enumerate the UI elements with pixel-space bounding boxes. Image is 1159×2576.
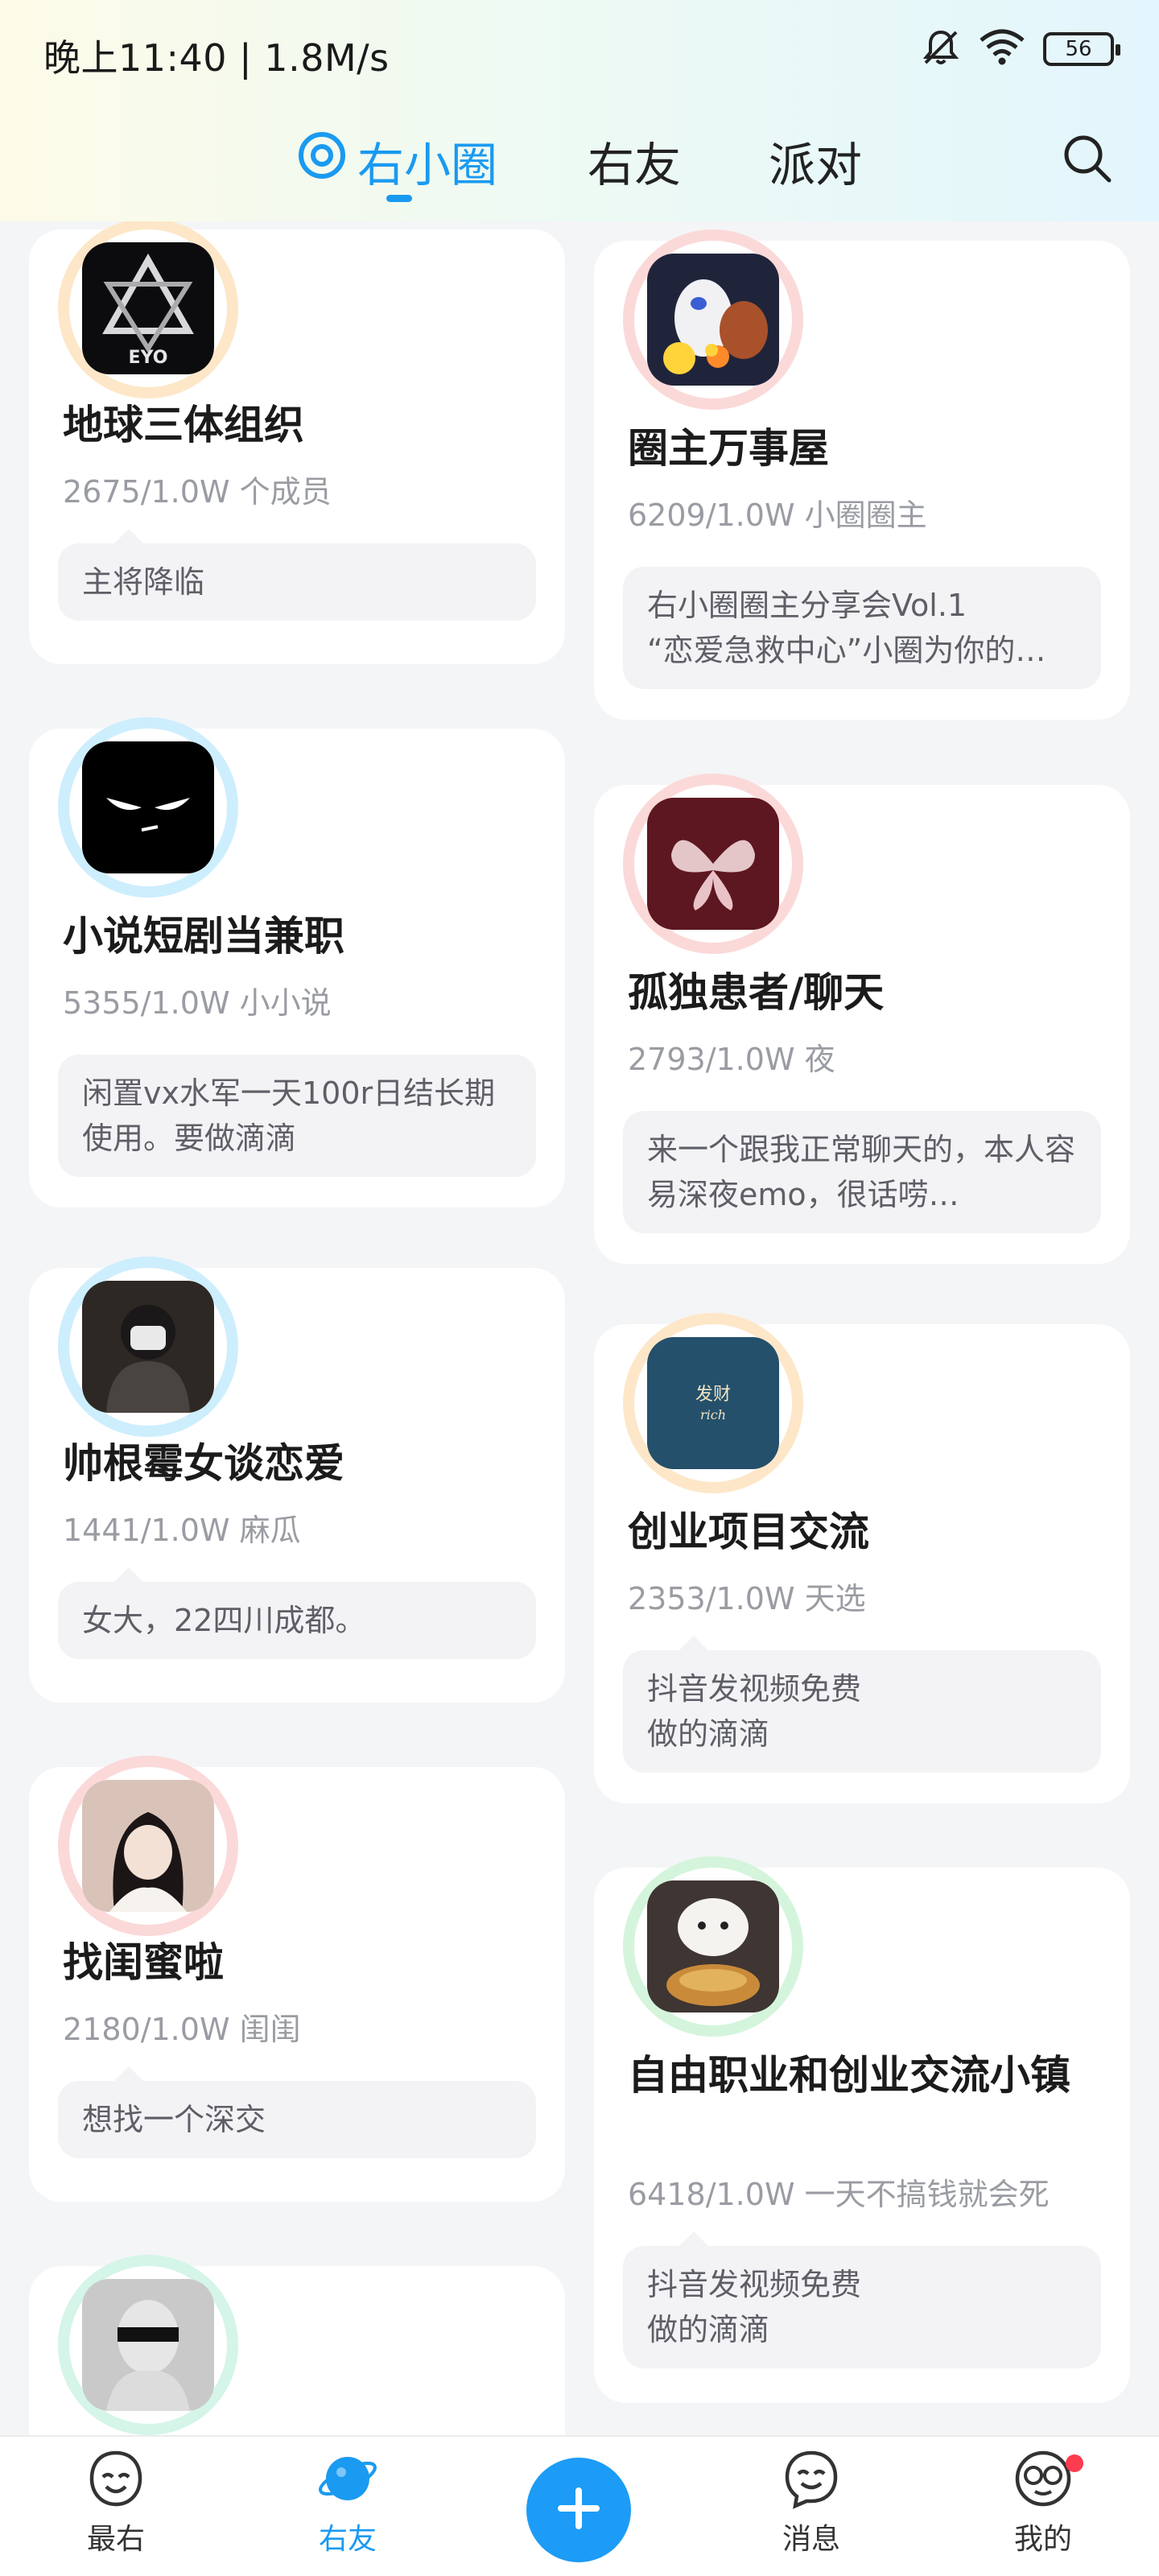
nav-profile[interactable]: 我的 — [979, 2448, 1107, 2557]
avatar-ring — [58, 1756, 238, 1936]
circle-meta: 6418/1.0W 一天不搞钱就会死 — [628, 2177, 1050, 2212]
avatar-ring — [58, 2255, 238, 2435]
circle-at-icon — [296, 130, 348, 192]
circle-latest-post: 右小圈圈主分享会Vol.1 “恋爱急救中心”小圈为你的… — [623, 567, 1101, 689]
svg-text:rich: rich — [700, 1407, 726, 1422]
circle-title: 自由职业和创业交流小镇 — [628, 2052, 1070, 2099]
circle-meta: 1441/1.0W 麻瓜 — [63, 1513, 301, 1548]
circle-card[interactable]: 发财 rich 创业项目交流 2353/1.0W 天选 抖音发视频免费 做的滴滴 — [594, 1313, 1130, 1803]
status-time: 晚上11:40 | 1.8M/s — [43, 36, 390, 80]
svg-text:发财: 发财 — [695, 1385, 731, 1405]
nav-label: 我的 — [1013, 2523, 1072, 2556]
avatar — [82, 2279, 214, 2411]
tab-youxiaoquan[interactable]: 右小圈 — [296, 127, 497, 195]
notification-badge — [1066, 2454, 1083, 2472]
circle-meta: 5355/1.0W 小小说 — [63, 985, 332, 1021]
zuiyou-face-icon — [85, 2450, 146, 2512]
circle-feed[interactable]: EYO 地球三体组织 2675/1.0W 个成员 主将降临 圈主万事屋 6209… — [0, 221, 1159, 2435]
plus-icon — [553, 2483, 604, 2537]
tab-label: 右小圈 — [357, 138, 498, 192]
avatar-ring — [623, 774, 803, 954]
circle-card[interactable]: 圈主万事屋 6209/1.0W 小圈圈主 右小圈圈主分享会Vol.1 “恋爱急救… — [594, 229, 1130, 720]
bell-off-icon — [921, 27, 961, 71]
avatar — [647, 798, 779, 930]
circle-meta: 2353/1.0W 天选 — [628, 1581, 866, 1616]
search-icon — [1059, 135, 1116, 190]
circle-latest-post: 抖音发视频免费 做的滴滴 — [623, 2231, 1101, 2368]
tab-label: 派对 — [769, 138, 863, 192]
active-tab-indicator — [386, 195, 412, 202]
avatar — [82, 741, 214, 873]
top-tabs: 右小圈 右友 派对 — [0, 121, 1159, 209]
avatar-ring — [623, 229, 803, 410]
avatar — [82, 1780, 214, 1912]
top-header: 晚上11:40 | 1.8M/s 56 右小圈 右友 派对 — [0, 0, 1159, 221]
app-screen: 晚上11:40 | 1.8M/s 56 右小圈 右友 派对 EYO 地球三体组织… — [0, 0, 1159, 2576]
create-button[interactable] — [526, 2458, 631, 2562]
avatar-ring: 发财 rich — [623, 1313, 803, 1493]
circle-card[interactable]: 自由职业和创业交流小镇 6418/1.0W 一天不搞钱就会死 抖音发视频免费 做… — [594, 1856, 1130, 2403]
nav-zuiyou[interactable]: 最右 — [52, 2448, 180, 2557]
avatar — [647, 254, 779, 386]
battery-icon: 56 — [1043, 32, 1120, 66]
circle-title: 帅根霉女谈恋爱 — [63, 1440, 344, 1487]
profile-glasses-icon — [1013, 2450, 1074, 2512]
circle-card[interactable]: 找闺蜜啦 2180/1.0W 闺闺 想找一个深交 — [29, 1756, 565, 2202]
avatar-ring — [623, 1856, 803, 2037]
avatar-ring — [58, 717, 238, 898]
circle-title: 小说短剧当兼职 — [63, 913, 344, 960]
nav-label: 消息 — [782, 2523, 840, 2556]
nav-youyou[interactable]: 右友 — [283, 2448, 412, 2557]
circle-meta: 6209/1.0W 小圈圈主 — [628, 497, 927, 533]
circle-card[interactable]: 孤独患者/聊天 2793/1.0W 夜 来一个跟我正常聊天的，本人容易深夜emo… — [594, 774, 1130, 1264]
tab-label: 右友 — [588, 138, 682, 192]
avatar: EYO — [82, 242, 214, 374]
search-button[interactable] — [1059, 130, 1116, 187]
avatar — [647, 1880, 779, 2013]
circle-title: 找闺蜜啦 — [63, 1939, 224, 1986]
circle-title: 创业项目交流 — [628, 1509, 869, 1555]
circle-latest-post: 抖音发视频免费 做的滴滴 — [623, 1636, 1101, 1773]
circle-title: 孤独患者/聊天 — [628, 969, 885, 1016]
nav-label: 右友 — [318, 2523, 377, 2556]
nav-label: 最右 — [86, 2523, 145, 2556]
circle-latest-post: 闲置vx水军一天100r日结长期使用。要做滴滴 — [58, 1055, 536, 1177]
circle-card[interactable]: 小说短剧当兼职 5355/1.0W 小小说 闲置vx水军一天100r日结长期使用… — [29, 717, 565, 1208]
circle-latest-post: 女大，22四川成都。 — [58, 1567, 536, 1659]
avatar-ring: EYO — [58, 221, 238, 398]
circle-title: 圈主万事屋 — [628, 425, 829, 472]
svg-text:EYO: EYO — [129, 348, 168, 368]
status-bar: 晚上11:40 | 1.8M/s 56 — [0, 0, 1159, 105]
avatar-ring — [58, 1257, 238, 1437]
circle-latest-post: 想找一个深交 — [58, 2066, 536, 2158]
circle-card[interactable] — [29, 2255, 565, 2435]
planet-icon — [317, 2457, 378, 2512]
wifi-icon — [979, 29, 1025, 69]
avatar: 发财 rich — [647, 1337, 779, 1469]
circle-meta: 2793/1.0W 夜 — [628, 1042, 835, 1077]
circle-latest-post: 主将降临 — [58, 529, 536, 621]
circle-card[interactable]: 帅根霉女谈恋爱 1441/1.0W 麻瓜 女大，22四川成都。 — [29, 1257, 565, 1703]
circle-meta: 2675/1.0W 个成员 — [63, 474, 332, 510]
circle-title: 地球三体组织 — [63, 402, 304, 448]
tab-paidui[interactable]: 派对 — [769, 127, 862, 195]
avatar — [82, 1281, 214, 1413]
status-icons: 56 — [921, 27, 1120, 71]
circle-latest-post: 来一个跟我正常聊天的，本人容易深夜emo，很话唠… — [623, 1111, 1101, 1233]
circle-meta: 2180/1.0W 闺闺 — [63, 2012, 301, 2047]
circle-card[interactable]: EYO 地球三体组织 2675/1.0W 个成员 主将降临 — [29, 221, 565, 664]
bottom-nav: 最右 右友 消息 我的 — [0, 2435, 1159, 2576]
tab-youyou[interactable]: 右友 — [588, 127, 681, 195]
nav-messages[interactable]: 消息 — [747, 2448, 876, 2557]
message-face-icon — [781, 2450, 842, 2512]
